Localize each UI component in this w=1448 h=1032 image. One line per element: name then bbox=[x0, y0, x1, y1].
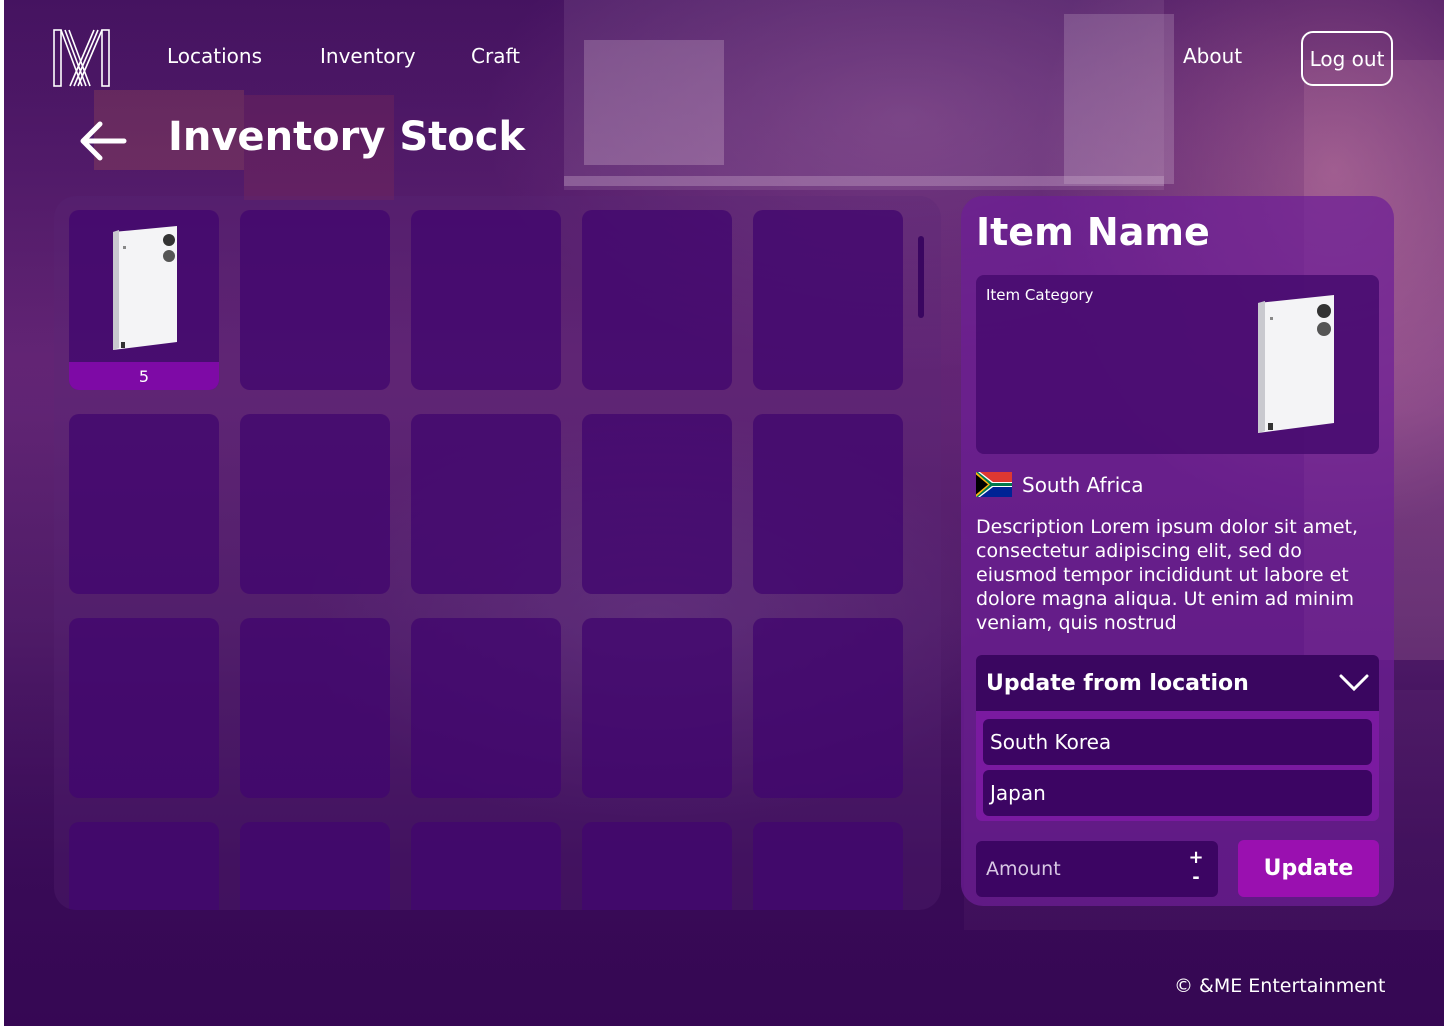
inventory-tile[interactable] bbox=[69, 822, 219, 910]
inventory-tile[interactable] bbox=[582, 822, 732, 910]
brand-logo[interactable] bbox=[52, 28, 112, 88]
grid-scrollbar[interactable] bbox=[918, 236, 924, 318]
inventory-tile[interactable] bbox=[69, 414, 219, 594]
update-button[interactable]: Update bbox=[1238, 840, 1379, 897]
inventory-tile[interactable] bbox=[753, 618, 903, 798]
copyright-text: © &ME Entertainment bbox=[1174, 975, 1386, 997]
item-category-label: Item Category bbox=[986, 286, 1094, 304]
inventory-tile[interactable] bbox=[582, 210, 732, 390]
item-count-badge: 5 bbox=[69, 362, 219, 390]
inventory-tile[interactable] bbox=[753, 822, 903, 910]
inventory-tile[interactable] bbox=[240, 618, 390, 798]
location-options: South Korea Japan bbox=[976, 711, 1379, 821]
south-africa-flag-icon bbox=[976, 472, 1012, 497]
inventory-tile[interactable] bbox=[753, 414, 903, 594]
nav-link-inventory[interactable]: Inventory bbox=[320, 44, 416, 68]
item-description: Description Lorem ipsum dolor sit amet, … bbox=[976, 516, 1359, 634]
inventory-tile[interactable] bbox=[69, 618, 219, 798]
amount-stepper: + - bbox=[976, 841, 1218, 897]
item-preview-card: Item Category bbox=[976, 275, 1379, 454]
country-label: South Africa bbox=[1022, 473, 1144, 497]
inventory-grid-panel: 5 bbox=[54, 196, 941, 910]
increment-button[interactable]: + bbox=[1188, 847, 1204, 868]
amount-input[interactable] bbox=[976, 841, 1176, 897]
inventory-tile[interactable] bbox=[411, 618, 561, 798]
inventory-tile[interactable] bbox=[240, 210, 390, 390]
app-frame: Locations Inventory Craft About Log out … bbox=[4, 0, 1444, 1026]
inventory-tile[interactable] bbox=[753, 210, 903, 390]
chevron-down-icon[interactable] bbox=[1339, 673, 1369, 693]
location-option-japan[interactable]: Japan bbox=[983, 770, 1372, 816]
decrement-button[interactable]: - bbox=[1188, 867, 1204, 888]
album-image bbox=[1258, 295, 1334, 433]
location-option-south-korea[interactable]: South Korea bbox=[983, 719, 1372, 765]
location-dropdown[interactable]: Update from location bbox=[976, 655, 1379, 711]
inventory-tile[interactable] bbox=[240, 414, 390, 594]
inventory-tile[interactable] bbox=[411, 822, 561, 910]
item-detail-panel: Item Name Item Category South Africa Des… bbox=[961, 196, 1394, 906]
inventory-tile[interactable] bbox=[240, 822, 390, 910]
inventory-tile[interactable] bbox=[411, 210, 561, 390]
inventory-tile[interactable] bbox=[582, 618, 732, 798]
inventory-tile[interactable]: 5 bbox=[69, 210, 219, 390]
album-thumbnail bbox=[113, 226, 177, 350]
dropdown-label: Update from location bbox=[986, 670, 1249, 696]
nav-link-craft[interactable]: Craft bbox=[471, 44, 520, 68]
back-arrow-icon[interactable] bbox=[78, 118, 128, 164]
item-name: Item Name bbox=[976, 210, 1210, 254]
inventory-grid: 5 bbox=[69, 210, 903, 910]
nav-link-about[interactable]: About bbox=[1183, 44, 1242, 68]
logout-button[interactable]: Log out bbox=[1301, 31, 1393, 86]
inventory-tile[interactable] bbox=[411, 414, 561, 594]
nav-link-locations[interactable]: Locations bbox=[167, 44, 262, 68]
inventory-tile[interactable] bbox=[582, 414, 732, 594]
page-title: Inventory Stock bbox=[168, 114, 526, 160]
